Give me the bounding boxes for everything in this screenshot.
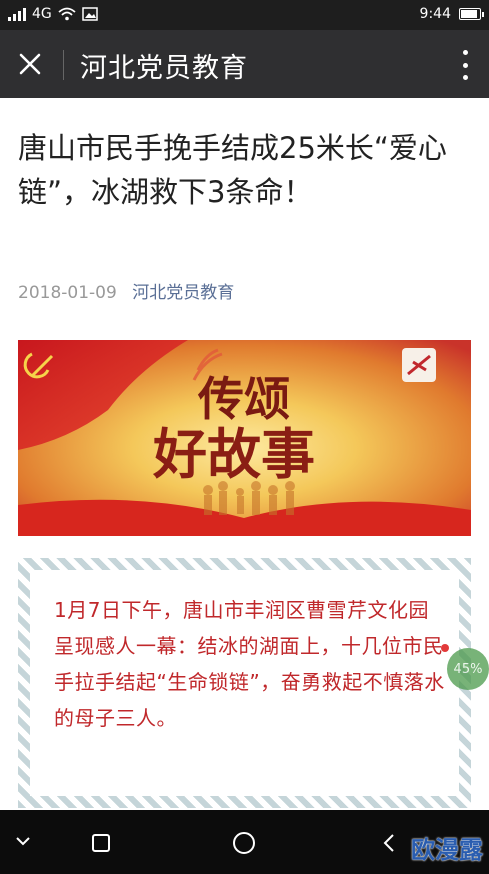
network-type: 4G <box>32 6 52 22</box>
chevron-down-icon[interactable] <box>14 832 32 850</box>
quote-text: 1月7日下午，唐山市丰润区曹雪芹文化园呈现感人一幕：结冰的湖面上，十几位市民手拉… <box>54 598 445 730</box>
signal-icon <box>8 7 26 21</box>
banner-image: 传颂 好故事 <box>18 340 471 536</box>
status-left: 4G <box>8 6 98 22</box>
article-meta: 2018-01-09 河北党员教育 <box>18 278 234 303</box>
reading-progress-badge[interactable]: 45% <box>447 648 489 690</box>
quote-box: 1月7日下午，唐山市丰润区曹雪芹文化园呈现感人一幕：结冰的湖面上，十几位市民手拉… <box>18 558 471 808</box>
status-right: 9:44 <box>419 6 484 22</box>
clock: 9:44 <box>419 6 451 22</box>
publish-date: 2018-01-09 <box>18 283 117 303</box>
battery-icon <box>459 8 484 20</box>
banner-graphic: 传颂 好故事 <box>18 340 471 536</box>
title-bar: 河北党员教育 <box>0 30 489 98</box>
watermark-text: 欧漫露 <box>411 836 483 864</box>
banner-line2: 好故事 <box>152 422 315 486</box>
source-link[interactable]: 河北党员教育 <box>132 283 234 303</box>
red-dot-indicator <box>441 644 449 652</box>
image-notification-icon <box>82 7 98 21</box>
article-title: 唐山市民手挽手结成25米长“爱心链”，冰湖救下3条命！ <box>18 131 447 209</box>
close-icon[interactable] <box>12 46 48 82</box>
overview-square-icon[interactable] <box>92 834 110 852</box>
wifi-icon <box>58 7 76 21</box>
battery-level <box>461 10 478 18</box>
quote-inner: 1月7日下午，唐山市丰润区曹雪芹文化园呈现感人一幕：结冰的湖面上，十几位市民手拉… <box>30 570 459 796</box>
title-divider <box>63 50 64 80</box>
banner-line1: 传颂 <box>197 372 290 426</box>
page-title: 河北党员教育 <box>80 53 248 84</box>
more-options-icon[interactable] <box>459 50 471 80</box>
home-circle-icon[interactable] <box>233 832 255 854</box>
back-arrow-icon[interactable] <box>380 832 398 854</box>
navigation-bar: 欧漫露 <box>0 810 489 874</box>
status-bar: 4G 9:44 <box>0 0 489 30</box>
